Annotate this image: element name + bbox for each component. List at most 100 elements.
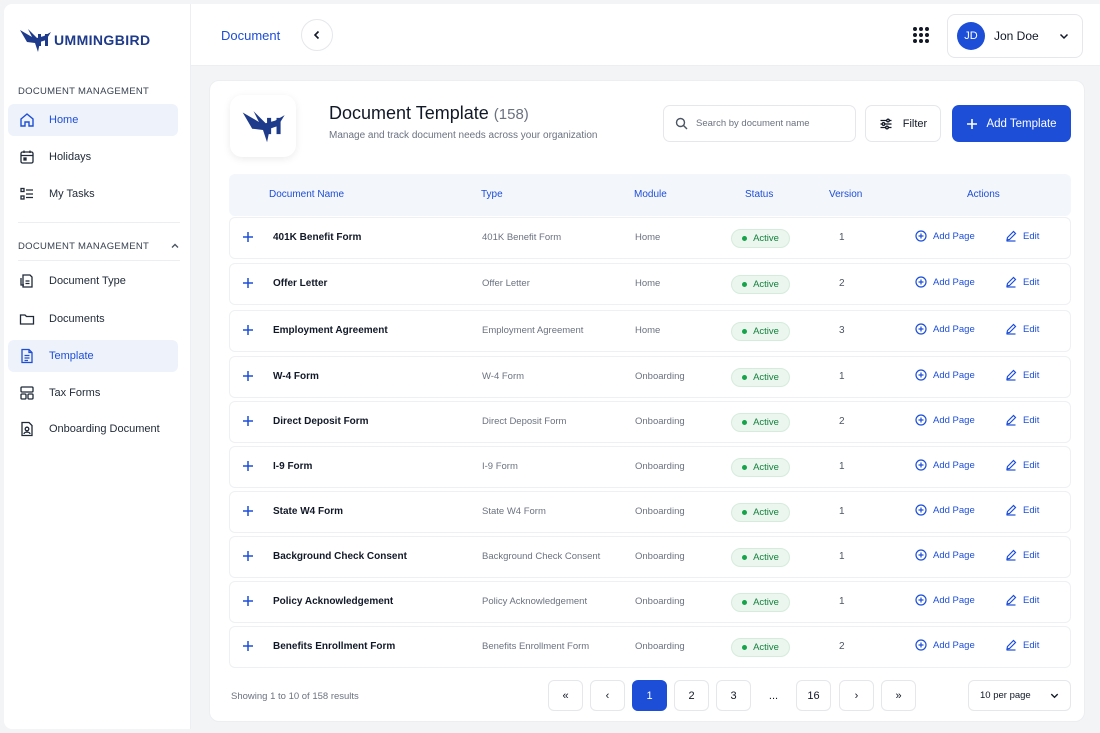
cell-type: Offer Letter xyxy=(482,278,530,289)
table-row[interactable]: 401K Benefit Form 401K Benefit Form Home Ac… xyxy=(229,217,1071,259)
sidebar-item-template[interactable]: Template xyxy=(8,340,178,372)
search-input[interactable] xyxy=(696,118,846,129)
edit-button[interactable]: Edit xyxy=(1005,594,1039,606)
add-page-button[interactable]: Add Page xyxy=(915,639,975,651)
table-row[interactable]: I-9 Form I-9 Form Onboarding Active 1 Add Pag… xyxy=(229,446,1071,488)
edit-button[interactable]: Edit xyxy=(1005,504,1039,516)
table-row[interactable]: Benefits Enrollment Form Benefits Enrollm… xyxy=(229,626,1071,668)
breadcrumb[interactable]: Document xyxy=(221,28,280,43)
plus-circle-icon xyxy=(915,639,927,651)
pencil-icon xyxy=(1006,504,1017,516)
header-type[interactable]: Type xyxy=(481,189,503,200)
edit-label: Edit xyxy=(1023,504,1040,516)
add-page-button[interactable]: Add Page xyxy=(915,504,975,516)
header-version[interactable]: Version xyxy=(829,189,862,200)
expand-row-button[interactable] xyxy=(239,321,257,339)
apps-grid-button[interactable] xyxy=(912,26,930,49)
add-page-button[interactable]: Add Page xyxy=(915,369,975,381)
expand-row-button[interactable] xyxy=(239,228,257,246)
sidebar-item-document-type[interactable]: Document Type xyxy=(8,265,178,297)
plus-icon xyxy=(243,325,253,335)
page-button-16[interactable]: 16 xyxy=(796,680,831,711)
sidebar-item-onboarding-document[interactable]: Onboarding Document xyxy=(8,413,178,445)
expand-row-button[interactable] xyxy=(239,274,257,292)
add-page-button[interactable]: Add Page xyxy=(915,414,975,426)
cell-module: Onboarding xyxy=(635,416,685,427)
user-menu[interactable]: JD Jon Doe xyxy=(947,14,1083,58)
cell-type: State W4 Form xyxy=(482,506,546,517)
status-text: Active xyxy=(753,279,779,290)
sidebar-item-home[interactable]: Home xyxy=(8,104,178,136)
brand-name: UMMINGBIRD xyxy=(54,32,151,48)
plus-icon xyxy=(243,461,253,471)
back-button[interactable] xyxy=(301,19,333,51)
edit-button[interactable]: Edit xyxy=(1005,276,1039,288)
expand-row-button[interactable] xyxy=(239,637,257,655)
edit-button[interactable]: Edit xyxy=(1005,230,1039,242)
add-page-button[interactable]: Add Page xyxy=(915,549,975,561)
add-page-button[interactable]: Add Page xyxy=(915,594,975,606)
add-page-label: Add Page xyxy=(933,276,975,288)
plus-icon xyxy=(243,371,253,381)
search-box[interactable] xyxy=(663,105,856,142)
page-next-button[interactable]: › xyxy=(839,680,874,711)
cell-module: Onboarding xyxy=(635,506,685,517)
add-page-button[interactable]: Add Page xyxy=(915,323,975,335)
plus-icon xyxy=(243,551,253,561)
table-row[interactable]: Policy Acknowledgement Policy Acknowledge… xyxy=(229,581,1071,623)
expand-row-button[interactable] xyxy=(239,592,257,610)
sidebar-item-holidays[interactable]: Holidays xyxy=(8,141,178,173)
table-row[interactable]: W-4 Form W-4 Form Onboarding Active 1 Add Pag… xyxy=(229,356,1071,398)
cell-module: Home xyxy=(635,232,661,243)
cell-type: W-4 Form xyxy=(482,371,525,382)
status-dot xyxy=(742,375,748,380)
add-page-button[interactable]: Add Page xyxy=(915,459,975,471)
header-module[interactable]: Module xyxy=(634,189,667,200)
page-button-1[interactable]: 1 xyxy=(632,680,667,711)
expand-row-button[interactable] xyxy=(239,412,257,430)
onboarding-icon xyxy=(18,420,36,438)
table-row[interactable]: Offer Letter Offer Letter Home Active 2 Add P… xyxy=(229,263,1071,305)
sidebar-item-my-tasks[interactable]: My Tasks xyxy=(8,178,178,210)
edit-button[interactable]: Edit xyxy=(1005,639,1039,651)
per-page-select[interactable]: 10 per page xyxy=(968,680,1071,711)
edit-button[interactable]: Edit xyxy=(1005,549,1039,561)
sidebar-item-documents[interactable]: Documents xyxy=(8,303,178,335)
cell-module: Onboarding xyxy=(635,596,685,607)
pencil-icon xyxy=(1006,230,1017,242)
add-page-button[interactable]: Add Page xyxy=(915,276,975,288)
sidebar-item-tax-forms[interactable]: Tax Forms xyxy=(8,377,178,409)
page-button-2[interactable]: 2 xyxy=(674,680,709,711)
edit-button[interactable]: Edit xyxy=(1005,459,1039,471)
page-button-3[interactable]: 3 xyxy=(716,680,751,711)
filter-button[interactable]: Filter xyxy=(865,105,941,142)
expand-row-button[interactable] xyxy=(239,367,257,385)
expand-row-button[interactable] xyxy=(239,457,257,475)
expand-row-button[interactable] xyxy=(239,547,257,565)
edit-button[interactable]: Edit xyxy=(1005,369,1039,381)
plus-icon xyxy=(243,506,253,516)
search-icon xyxy=(675,117,688,130)
table-row[interactable]: Employment Agreement Employment Agreement… xyxy=(229,310,1071,352)
header-document-name[interactable]: Document Name xyxy=(269,189,344,200)
brand-logo[interactable]: UMMINGBIRD xyxy=(18,26,151,54)
table-row[interactable]: Direct Deposit Form Direct Deposit Form On… xyxy=(229,401,1071,443)
edit-label: Edit xyxy=(1023,639,1040,651)
edit-button[interactable]: Edit xyxy=(1005,414,1039,426)
page-last-button[interactable]: » xyxy=(881,680,916,711)
plus-circle-icon xyxy=(915,414,927,426)
header-status[interactable]: Status xyxy=(745,189,773,200)
add-page-label: Add Page xyxy=(933,414,975,426)
cell-document-name: Direct Deposit Form xyxy=(273,416,369,427)
table-row[interactable]: State W4 Form State W4 Form Onboarding Acti… xyxy=(229,491,1071,533)
page-first-button[interactable]: « xyxy=(548,680,583,711)
table-row[interactable]: Background Check Consent Background Check… xyxy=(229,536,1071,578)
add-template-button[interactable]: Add Template xyxy=(952,105,1071,142)
plus-icon xyxy=(967,118,978,129)
add-page-button[interactable]: Add Page xyxy=(915,230,975,242)
filter-label: Filter xyxy=(902,117,928,130)
section-toggle-document-management[interactable]: DOCUMENT MANAGEMENT xyxy=(18,236,180,256)
edit-button[interactable]: Edit xyxy=(1005,323,1039,335)
page-prev-button[interactable]: ‹ xyxy=(590,680,625,711)
expand-row-button[interactable] xyxy=(239,502,257,520)
